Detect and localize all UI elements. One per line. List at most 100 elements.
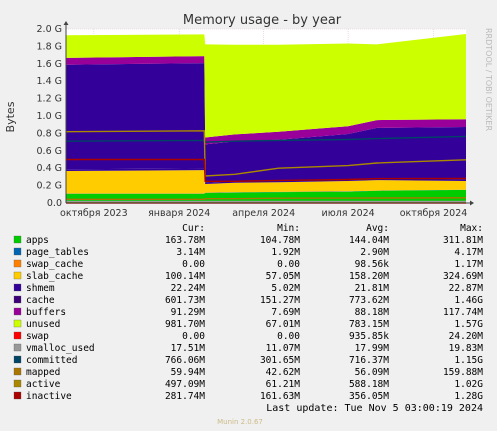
legend-value-avg: 588.18M	[349, 379, 389, 390]
legend-label: vmalloc_used	[26, 343, 95, 354]
y-tick-label: 1.2 G	[37, 94, 63, 105]
legend-value-min: 104.78M	[260, 235, 300, 246]
legend-label: inactive	[26, 391, 72, 402]
legend-value-min: 0.00	[277, 259, 300, 270]
legend-swatch	[13, 379, 22, 388]
legend-value-avg: 144.04M	[349, 235, 389, 246]
y-tick-label: 0.8 G	[37, 128, 63, 139]
legend-swatch	[13, 307, 22, 316]
y-tick-label: 1.4 G	[37, 76, 63, 87]
legend-swatch	[13, 319, 22, 328]
y-tick-label: 2.0 G	[37, 24, 63, 35]
legend-header: Max:	[460, 223, 483, 234]
legend-swatch	[13, 295, 22, 304]
y-tick-label: 0.4 G	[37, 163, 63, 174]
legend-label: committed	[26, 355, 77, 366]
legend-value-cur: 981.70M	[165, 319, 205, 330]
legend-label: slab_cache	[26, 271, 83, 282]
watermark: RRDTOOL / TOBI OETIKER	[484, 28, 493, 131]
legend-value-cur: 91.29M	[171, 307, 206, 318]
legend-label: swap_cache	[26, 259, 83, 270]
legend-header: Cur:	[182, 223, 205, 234]
legend-value-min: 5.02M	[271, 283, 300, 294]
y-tick-label: 0.6 G	[37, 146, 63, 157]
legend-value-avg: 88.18M	[355, 307, 390, 318]
legend-value-cur: 17.51M	[171, 343, 206, 354]
y-tick-label: 1.0 G	[37, 111, 63, 122]
legend-swatch	[13, 235, 22, 244]
last-update: Last update: Tue Nov 5 03:00:19 2024	[266, 403, 483, 414]
x-tick-label: октября 2024	[400, 208, 468, 219]
legend-value-avg: 356.05M	[349, 391, 389, 402]
legend-swatch	[13, 247, 22, 256]
x-tick-label: октября 2023	[60, 208, 128, 219]
legend-value-cur: 497.09M	[165, 379, 205, 390]
legend-value-cur: 22.24M	[171, 283, 206, 294]
legend-value-cur: 601.73M	[165, 295, 205, 306]
legend-value-max: 1.28G	[454, 391, 483, 402]
legend-value-avg: 17.99M	[355, 343, 390, 354]
legend-label: active	[26, 379, 61, 390]
legend-label: buffers	[26, 307, 66, 318]
x-axis-arrow	[470, 200, 474, 206]
legend-value-max: 19.83M	[449, 343, 484, 354]
x-tick-label: января 2024	[148, 208, 210, 219]
legend-value-avg: 2.90M	[360, 247, 389, 258]
legend-value-cur: 3.14M	[176, 247, 205, 258]
legend-value-avg: 158.20M	[349, 271, 389, 282]
legend-value-max: 1.46G	[454, 295, 483, 306]
legend-label: apps	[26, 235, 49, 246]
legend-value-min: 1.92M	[271, 247, 300, 258]
legend-value-min: 7.69M	[271, 307, 300, 318]
legend-value-max: 159.88M	[443, 367, 483, 378]
y-axis-label: Bytes	[4, 101, 17, 132]
legend-value-max: 1.02G	[454, 379, 483, 390]
legend-label: mapped	[26, 367, 60, 378]
legend-label: cache	[26, 295, 55, 306]
legend-value-max: 1.57G	[454, 319, 483, 330]
legend-swatch	[13, 283, 22, 292]
legend-value-max: 24.20M	[449, 331, 484, 342]
legend-value-cur: 281.74M	[165, 391, 205, 402]
legend-swatch	[13, 343, 22, 352]
legend-value-avg: 935.85k	[349, 331, 389, 342]
legend-header: Min:	[277, 223, 300, 234]
legend-value-min: 67.01M	[266, 319, 301, 330]
legend-label: swap	[26, 331, 49, 342]
legend-value-max: 4.17M	[454, 247, 483, 258]
legend-swatch	[13, 367, 22, 376]
legend-value-max: 117.74M	[443, 307, 483, 318]
y-axis-arrow	[63, 21, 69, 25]
legend-value-avg: 56.09M	[355, 367, 390, 378]
legend-value-max: 324.69M	[443, 271, 483, 282]
x-tick-label: июля 2024	[322, 208, 375, 219]
legend-value-max: 22.87M	[449, 283, 484, 294]
legend-label: page_tables	[26, 247, 89, 258]
legend-value-cur: 59.94M	[171, 367, 206, 378]
legend-swatch	[13, 331, 22, 340]
legend-value-min: 151.27M	[260, 295, 300, 306]
legend-swatch	[13, 271, 22, 280]
legend-swatch	[13, 259, 22, 268]
legend-value-min: 301.65M	[260, 355, 300, 366]
memory-usage-chart: Memory usage - by year Bytes RRDTOOL / T…	[4, 13, 493, 426]
legend-value-max: 311.81M	[443, 235, 483, 246]
legend-label: shmem	[26, 283, 55, 294]
y-tick-label: 1.8 G	[37, 41, 63, 52]
legend-value-avg: 716.37M	[349, 355, 389, 366]
legend-value-min: 57.05M	[266, 271, 301, 282]
legend-value-cur: 0.00	[182, 331, 205, 342]
x-tick-label: апреля 2024	[232, 208, 295, 219]
legend-value-cur: 163.78M	[165, 235, 205, 246]
legend-value-avg: 21.81M	[355, 283, 390, 294]
y-tick-label: 1.6 G	[37, 59, 63, 70]
legend-value-min: 0.00	[277, 331, 300, 342]
legend-value-cur: 100.14M	[165, 271, 205, 282]
legend-value-avg: 98.56k	[355, 259, 390, 270]
legend-value-min: 61.21M	[266, 379, 301, 390]
legend-value-cur: 0.00	[182, 259, 205, 270]
y-tick-label: 0.2 G	[37, 181, 63, 192]
legend-value-min: 11.07M	[266, 343, 301, 354]
legend-value-avg: 783.15M	[349, 319, 389, 330]
legend-value-min: 42.62M	[266, 367, 301, 378]
